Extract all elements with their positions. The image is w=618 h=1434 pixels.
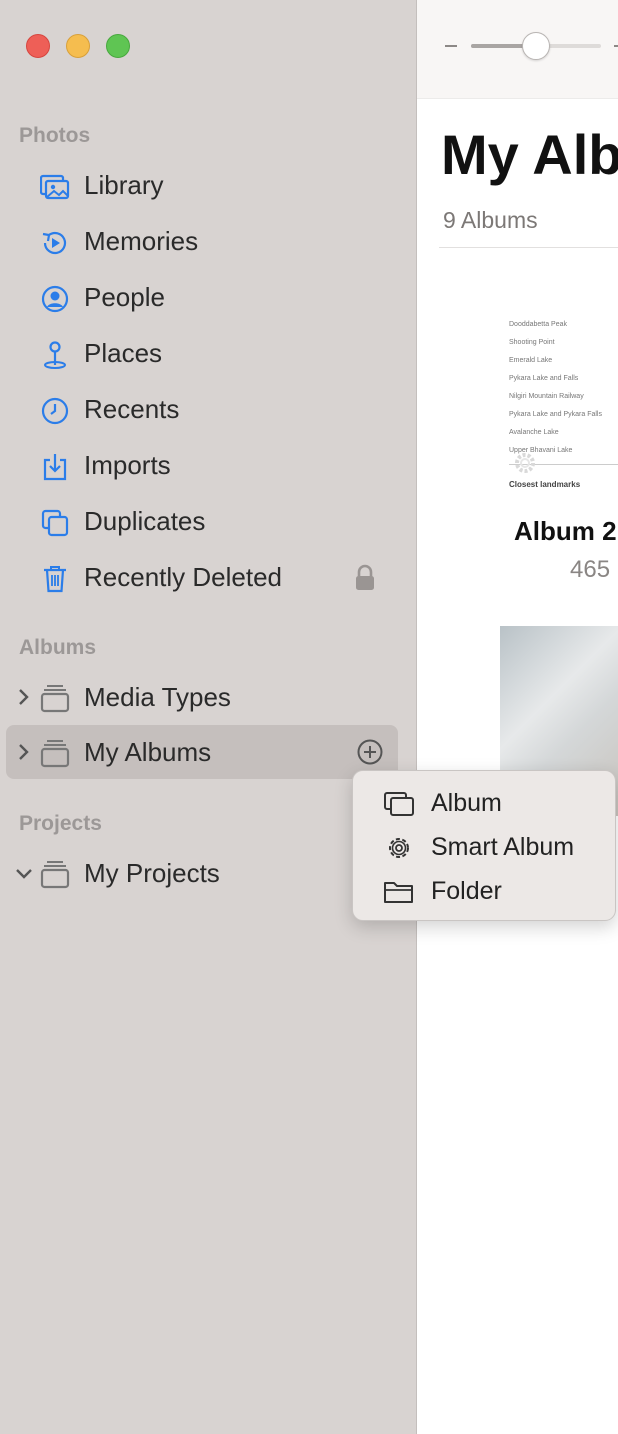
- sidebar-item-label: Recents: [84, 394, 180, 424]
- album-thumbnail[interactable]: Closest landmarks Dooddabetta Peak Shooti…: [500, 296, 618, 496]
- divider: [439, 247, 618, 248]
- close-window-button[interactable]: [26, 34, 50, 58]
- thumbnail-text-line: Emerald Lake: [509, 357, 553, 364]
- sidebar: Photos Library Memories People Places Re…: [0, 0, 417, 1434]
- people-icon: [40, 284, 70, 314]
- sidebar-item-memories[interactable]: Memories: [0, 216, 416, 266]
- sidebar-item-people[interactable]: People: [0, 272, 416, 322]
- toolbar: [417, 0, 618, 99]
- thumbnail-text-line: Dooddabetta Peak: [509, 321, 567, 328]
- album-stack-icon: [40, 683, 70, 713]
- library-icon: [39, 172, 70, 202]
- chevron-right-icon[interactable]: [14, 741, 34, 763]
- sidebar-group-my-projects[interactable]: My Projects: [6, 846, 398, 900]
- gear-icon: [383, 834, 415, 862]
- section-header-projects: Projects: [19, 812, 102, 835]
- sidebar-item-label: Recently Deleted: [84, 562, 282, 592]
- chevron-down-icon[interactable]: [14, 862, 34, 884]
- sidebar-group-my-albums[interactable]: My Albums: [6, 725, 398, 779]
- menu-item-album[interactable]: Album: [353, 781, 617, 825]
- sidebar-item-imports[interactable]: Imports: [0, 440, 416, 490]
- memories-icon: [40, 228, 70, 258]
- main-content: My Alb 9 Albums Closest landmarks Doodda…: [417, 0, 618, 1434]
- sidebar-group-label: Media Types: [84, 682, 231, 712]
- trash-icon: [40, 564, 70, 594]
- thumbnail-text-line: Upper Bhavani Lake: [509, 447, 573, 454]
- zoom-in-icon[interactable]: [614, 45, 618, 47]
- menu-item-label: Folder: [431, 877, 502, 905]
- sidebar-item-duplicates[interactable]: Duplicates: [0, 496, 416, 546]
- places-icon: [40, 340, 70, 370]
- sidebar-item-label: Imports: [84, 450, 171, 480]
- sidebar-item-recents[interactable]: Recents: [0, 384, 416, 434]
- section-header-photos: Photos: [19, 124, 91, 147]
- sidebar-group-media-types[interactable]: Media Types: [6, 670, 398, 724]
- menu-item-folder[interactable]: Folder: [353, 869, 617, 913]
- imports-icon: [40, 452, 70, 482]
- folder-icon: [383, 878, 415, 906]
- duplicates-icon: [40, 508, 70, 538]
- album-icon: [383, 790, 415, 818]
- album-item-count: 465: [570, 556, 611, 583]
- recents-icon: [40, 396, 70, 426]
- sidebar-item-library[interactable]: Library: [0, 160, 416, 210]
- add-circle-icon[interactable]: [356, 738, 384, 766]
- album-stack-icon: [40, 859, 70, 889]
- chevron-right-icon[interactable]: [14, 686, 34, 708]
- thumbnail-text-line: Pykara Lake and Pykara Falls: [509, 411, 602, 418]
- page-title: My Alb: [441, 123, 618, 186]
- thumbnail-text-line: Shooting Point: [509, 339, 555, 346]
- minimize-window-button[interactable]: [66, 34, 90, 58]
- add-menu-popup: Album Smart Album Folder: [352, 770, 616, 921]
- sidebar-item-label: Duplicates: [84, 506, 206, 536]
- album-title[interactable]: Album 2: [514, 516, 617, 547]
- menu-item-smart-album[interactable]: Smart Album: [353, 825, 617, 869]
- thumbnail-text-line: Nilgiri Mountain Railway: [509, 393, 584, 400]
- thumbnail-text-line: Avalanche Lake: [509, 429, 559, 436]
- menu-item-label: Smart Album: [431, 833, 575, 861]
- sidebar-item-label: People: [84, 282, 165, 312]
- thumbnail-footer: Closest landmarks: [509, 480, 581, 489]
- sidebar-item-recently-deleted[interactable]: Recently Deleted: [0, 552, 416, 602]
- zoom-out-icon[interactable]: [445, 45, 457, 47]
- thumbnail-text-line: Pykara Lake and Falls: [509, 375, 579, 382]
- sidebar-group-label: My Projects: [84, 858, 220, 888]
- album-stack-icon: [40, 738, 70, 768]
- album-count: 9 Albums: [443, 207, 538, 233]
- sidebar-group-label: My Albums: [84, 737, 212, 767]
- section-header-albums: Albums: [19, 636, 97, 659]
- menu-item-label: Album: [431, 789, 502, 817]
- sidebar-item-places[interactable]: Places: [0, 328, 416, 378]
- sidebar-item-label: Memories: [84, 226, 199, 256]
- sidebar-item-label: Library: [84, 170, 164, 200]
- sidebar-item-label: Places: [84, 338, 163, 368]
- lock-icon: [354, 564, 376, 592]
- zoom-window-button[interactable]: [106, 34, 130, 58]
- zoom-slider-knob[interactable]: [522, 32, 550, 60]
